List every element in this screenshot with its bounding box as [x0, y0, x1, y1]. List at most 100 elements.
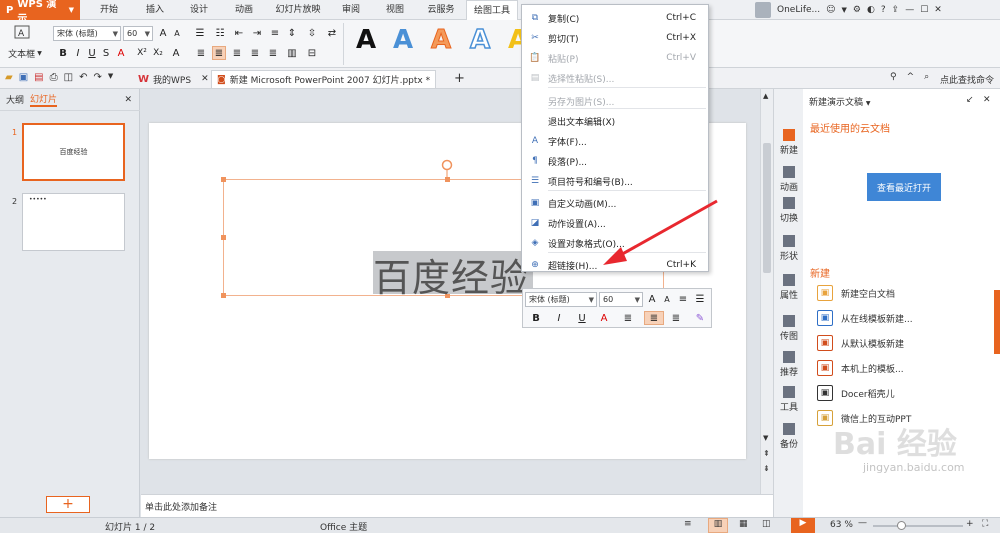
wordart-style-2[interactable]: A: [393, 25, 413, 55]
close-icon[interactable]: ✕: [934, 5, 942, 15]
upload-icon[interactable]: ⇪: [892, 5, 900, 15]
shadow-button[interactable]: S: [99, 46, 113, 60]
new-option-item[interactable]: ▣ 从在线模板新建...: [817, 310, 913, 326]
line-spacing-icon[interactable]: ≡: [676, 292, 690, 306]
context-menu-item[interactable]: ¶ 段落(P)...: [522, 151, 708, 171]
wordart-style-1[interactable]: A: [356, 25, 376, 55]
tab-document[interactable]: ◙ 新建 Microsoft PowerPoint 2007 幻灯片.pptx …: [211, 70, 437, 88]
wordart-style-4[interactable]: A: [469, 24, 491, 56]
help-icon[interactable]: ?: [881, 5, 886, 15]
close-icon[interactable]: ✕: [983, 95, 991, 105]
scroll-up-icon[interactable]: ▲: [763, 92, 768, 100]
column-icon[interactable]: ▥: [285, 46, 299, 60]
tab-outline[interactable]: 大纲: [6, 93, 24, 106]
scroll-thumb[interactable]: [763, 143, 771, 273]
tab-view[interactable]: 视图: [378, 0, 412, 20]
numbering-icon[interactable]: ☷: [213, 26, 227, 40]
add-slide-button[interactable]: +: [46, 496, 90, 513]
tab-slideshow[interactable]: 幻灯片放映: [271, 0, 325, 20]
avatar[interactable]: [755, 2, 771, 18]
preview-icon[interactable]: ◫: [64, 72, 73, 83]
slide-thumbnail-2[interactable]: •••••: [22, 193, 125, 251]
font-color-button[interactable]: A: [114, 46, 128, 60]
nav-upload-image[interactable]: 传图: [774, 315, 804, 342]
textbox-button[interactable]: 文本框 ▼: [4, 46, 46, 60]
tab-cloud[interactable]: 云服务: [421, 0, 461, 20]
shrink-font-icon[interactable]: A: [660, 292, 674, 306]
justify-icon[interactable]: ≣: [248, 46, 262, 60]
context-menu-item[interactable]: ☰ 项目符号和编号(B)...: [522, 171, 708, 191]
nav-tools[interactable]: 工具: [774, 386, 804, 413]
context-menu-item[interactable]: ✂ 剪切(T) Ctrl+X: [522, 28, 708, 48]
user-name[interactable]: OneLife...: [777, 5, 820, 15]
align-left-icon[interactable]: ≣: [194, 46, 208, 60]
tab-animation[interactable]: 动画: [227, 0, 261, 20]
context-menu-item[interactable]: A 字体(F)...: [522, 131, 708, 151]
tab-drawing-tools[interactable]: 绘图工具: [466, 0, 518, 20]
nav-transition[interactable]: 切换: [774, 197, 804, 224]
nav-backup[interactable]: 备份: [774, 423, 804, 450]
skin-icon[interactable]: ◐: [867, 5, 875, 15]
textbox-icon[interactable]: A: [6, 22, 38, 42]
notification-icon[interactable]: ☺: [826, 5, 835, 15]
undo-icon[interactable]: ↶: [79, 72, 87, 83]
new-option-item[interactable]: ▣ 微信上的互动PPT: [817, 410, 911, 426]
bullets-icon[interactable]: ☰: [693, 292, 707, 306]
align-center-icon[interactable]: ≣: [212, 46, 226, 60]
new-tab-button[interactable]: +: [454, 71, 465, 86]
user-icon[interactable]: ⚲: [890, 72, 897, 82]
grow-font-icon[interactable]: A: [645, 292, 659, 306]
context-menu-item[interactable]: ⧉ 复制(C) Ctrl+C: [522, 8, 708, 28]
open-icon[interactable]: ▰: [5, 72, 13, 83]
app-menu-button[interactable]: P WPS 演示 ▼: [0, 0, 80, 25]
new-option-item[interactable]: ▣ Docer稻壳儿: [817, 385, 895, 401]
mini-font-size-select[interactable]: 60 ▼: [599, 292, 643, 307]
mini-font-name-select[interactable]: 宋体 (标题) ▼: [525, 292, 597, 307]
chevron-down-icon[interactable]: ▼: [108, 72, 113, 83]
paragraph-spacing-icon[interactable]: ⇳: [305, 26, 319, 40]
prev-slide-icon[interactable]: ⇞: [763, 449, 770, 458]
sorter-view-icon[interactable]: ▦: [739, 519, 748, 529]
bullets-icon[interactable]: ☰: [193, 26, 207, 40]
format-painter-icon[interactable]: ✎: [693, 311, 707, 325]
zoom-slider[interactable]: [873, 525, 963, 527]
normal-view-icon[interactable]: ▥: [708, 518, 728, 533]
new-option-item[interactable]: ▣ 新建空白文档: [817, 285, 895, 301]
notes-view-icon[interactable]: ≡: [684, 519, 692, 529]
notes-area[interactable]: 单击此处添加备注: [141, 494, 773, 517]
superscript-button[interactable]: X²: [135, 46, 149, 60]
zoom-slider-thumb[interactable]: [897, 521, 906, 530]
slide-title-text[interactable]: 百度经验: [373, 247, 529, 302]
minimize-icon[interactable]: —: [905, 5, 914, 15]
task-pane-header[interactable]: 新建演示文稿 ▼: [809, 95, 871, 108]
panel-collapse-handle[interactable]: [994, 290, 1000, 354]
nav-recommend[interactable]: 推荐: [774, 351, 804, 378]
font-color-button[interactable]: A: [597, 311, 611, 325]
italic-button[interactable]: I: [71, 46, 85, 60]
convert-icon[interactable]: ⇄: [325, 26, 339, 40]
italic-button[interactable]: I: [552, 311, 566, 325]
tab-review[interactable]: 审阅: [334, 0, 368, 20]
underline-button[interactable]: U: [575, 311, 589, 325]
align-left-icon[interactable]: ≣: [621, 311, 635, 325]
new-option-item[interactable]: ▣ 本机上的模板...: [817, 360, 904, 376]
print-icon[interactable]: ⎙: [50, 72, 58, 83]
subscript-button[interactable]: X₂: [151, 46, 165, 60]
save-icon[interactable]: ▣: [19, 72, 28, 83]
context-menu-item[interactable]: 📋 粘贴(P) Ctrl+V: [522, 48, 708, 68]
align-text-icon[interactable]: ⊟: [305, 46, 319, 60]
redo-icon[interactable]: ↷: [93, 72, 101, 83]
settings-icon[interactable]: ⚙: [853, 5, 861, 15]
align-right-icon[interactable]: ≣: [669, 311, 683, 325]
pin-icon[interactable]: ^: [907, 72, 915, 82]
font-name-select[interactable]: 宋体 (标题) ▼: [53, 26, 121, 41]
tab-design[interactable]: 设计: [182, 0, 216, 20]
text-direction-icon[interactable]: ⇕: [285, 26, 299, 40]
close-icon[interactable]: ✕: [201, 74, 209, 84]
bold-button[interactable]: B: [529, 311, 543, 325]
chevron-down-icon[interactable]: ▼: [842, 6, 847, 14]
tab-my-wps[interactable]: W 我的WPS ✕: [133, 70, 214, 88]
new-option-item[interactable]: ▣ 从默认模板新建: [817, 335, 904, 351]
nav-animation[interactable]: 动画: [774, 166, 804, 193]
slide-thumbnail-1[interactable]: 百度经验: [22, 123, 125, 181]
